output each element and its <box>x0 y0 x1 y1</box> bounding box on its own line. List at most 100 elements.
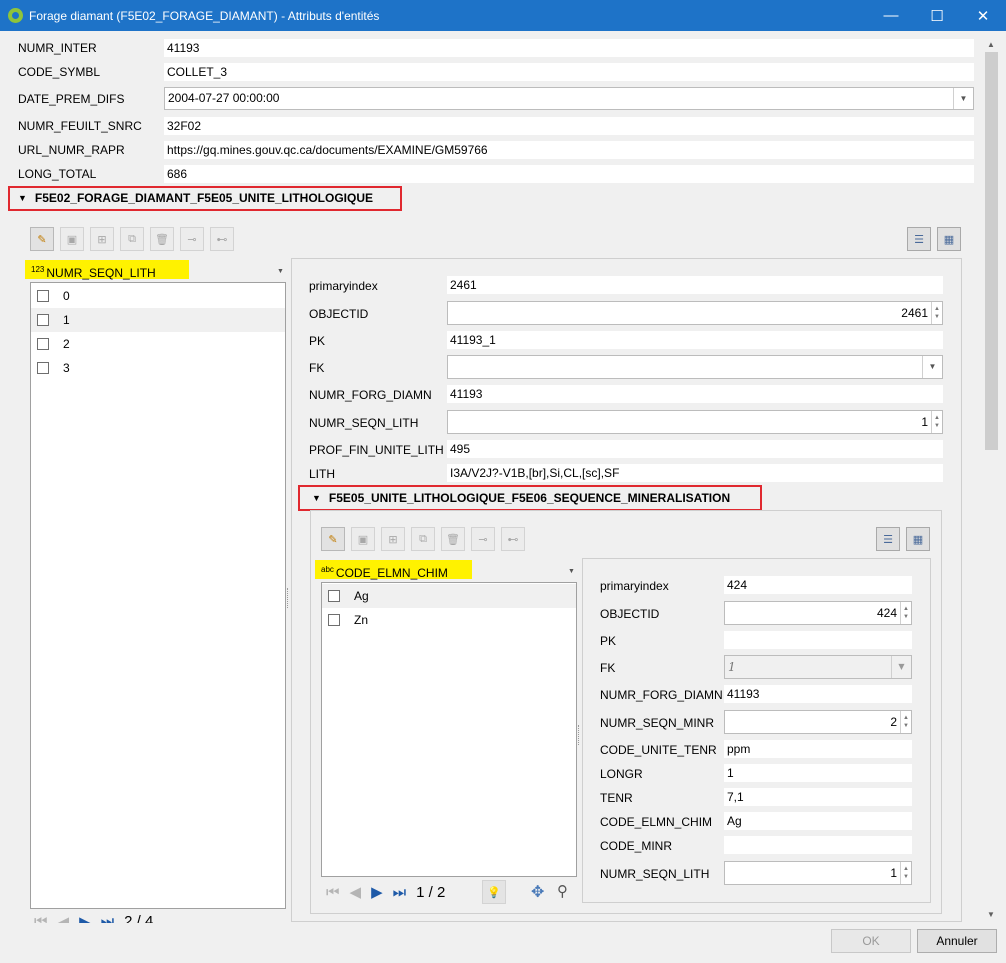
link-feature-button[interactable]: ⊸ <box>471 527 495 551</box>
link-feature-button[interactable]: ⊸ <box>180 227 204 251</box>
delete-feature-button[interactable]: 🗑 <box>150 227 174 251</box>
table-view-button[interactable]: ▦ <box>937 227 961 251</box>
list-item[interactable]: 1 <box>31 308 285 332</box>
add-feature-button[interactable]: ⊞ <box>90 227 114 251</box>
duplicate-feature-button[interactable]: ⧉ <box>411 527 435 551</box>
form-view-button[interactable]: ☰ <box>876 527 900 551</box>
highlight-feature-button[interactable]: 💡 <box>482 880 506 904</box>
add-feature-button[interactable]: ⊞ <box>381 527 405 551</box>
scrollbar-thumb[interactable] <box>985 52 998 450</box>
form-view-button[interactable]: ☰ <box>907 227 931 251</box>
splitter-handle[interactable] <box>287 588 290 608</box>
r2-tenr-input[interactable]: 7,1 <box>724 788 912 806</box>
unlink-feature-button[interactable]: ⊷ <box>501 527 525 551</box>
r2-numr-seqn-lith-spinbox[interactable]: 1 ▲ ▼ <box>724 861 912 885</box>
first-icon[interactable]: ⏮ <box>326 884 340 901</box>
r2-longr-input[interactable]: 1 <box>724 764 912 782</box>
list-field-header[interactable]: 123 NUMR_SEQN_LITH <box>25 260 189 280</box>
previous-icon[interactable]: ◀ <box>58 913 70 923</box>
close-button[interactable]: ✕ <box>960 0 1006 31</box>
relation1-toggle[interactable]: ▼ F5E02_FORAGE_DIAMANT_F5E05_UNITE_LITHO… <box>18 191 373 205</box>
r2-objectid-spinbox[interactable]: 424 ▲ ▼ <box>724 601 912 625</box>
save-edits-button[interactable]: ▣ <box>60 227 84 251</box>
ok-button[interactable]: OK <box>831 929 911 953</box>
feature-list[interactable]: Ag Zn <box>321 582 577 877</box>
last-icon[interactable]: ⏭ <box>101 913 115 923</box>
r2-code-elmn-chim-input[interactable]: Ag <box>724 812 912 830</box>
checkbox[interactable] <box>328 590 340 602</box>
r1-objectid-spinbox[interactable]: 2461 ▲ ▼ <box>447 301 943 325</box>
checkbox[interactable] <box>37 338 49 350</box>
splitter-handle[interactable] <box>578 725 581 745</box>
relation2-navigation: ⏮ ◀ ▶ ⏭ 1 / 2 <box>326 883 455 902</box>
delete-feature-button[interactable]: 🗑 <box>441 527 465 551</box>
chevron-down-icon[interactable]: ▼ <box>953 88 973 109</box>
date-prem-difs-input[interactable]: 2004-07-27 00:00:00 ▼ <box>164 87 974 110</box>
scroll-down-icon[interactable]: ▼ <box>987 910 995 919</box>
r1-numr-forg-diamn-input[interactable]: 41193 <box>447 385 943 403</box>
spin-arrows-icon[interactable]: ▲ ▼ <box>931 411 942 433</box>
cancel-button[interactable]: Annuler <box>917 929 997 953</box>
relation2-toggle[interactable]: ▼ F5E05_UNITE_LITHOLOGIQUE_F5E06_SEQUENC… <box>312 491 730 505</box>
add-feature-icon: ⊞ <box>388 533 398 546</box>
r2-pk-input[interactable] <box>724 631 912 649</box>
title-bar: Forage diamant (F5E02_FORAGE_DIAMANT) - … <box>0 0 1006 31</box>
r1-lith-input[interactable]: I3A/V2J?-V1B,[br],Si,CL,[sc],SF <box>447 464 943 482</box>
zoom-to-feature-icon[interactable]: ⚲ <box>557 882 568 900</box>
maximize-button[interactable]: ☐ <box>914 0 960 31</box>
pan-to-feature-icon[interactable]: ✥ <box>531 882 544 902</box>
r1-label-pk: PK <box>309 334 326 348</box>
main-scrollbar[interactable]: ▲ ▼ <box>983 38 1000 924</box>
duplicate-icon: ⧉ <box>419 532 427 545</box>
r2-fk-combobox[interactable]: 1 ▼ <box>724 655 912 679</box>
toggle-edit-button[interactable]: ✎ <box>30 227 54 251</box>
spin-arrows-icon[interactable]: ▲ ▼ <box>931 302 942 324</box>
unlink-feature-button[interactable]: ⊷ <box>210 227 234 251</box>
next-icon[interactable]: ▶ <box>79 913 91 923</box>
table-view-button[interactable]: ▦ <box>906 527 930 551</box>
toggle-edit-button[interactable]: ✎ <box>321 527 345 551</box>
save-edits-button[interactable]: ▣ <box>351 527 375 551</box>
long-total-input[interactable]: 686 <box>164 165 974 183</box>
numr-inter-input[interactable]: 41193 <box>164 39 974 57</box>
url-numr-rapr-input[interactable]: https://gq.mines.gouv.qc.ca/documents/EX… <box>164 141 974 159</box>
checkbox[interactable] <box>328 614 340 626</box>
checkbox[interactable] <box>37 362 49 374</box>
code-symbl-input[interactable]: COLLET_3 <box>164 63 974 81</box>
list-item[interactable]: 3 <box>31 356 285 380</box>
r2-primaryindex-input[interactable]: 424 <box>724 576 912 594</box>
spin-arrows-icon[interactable]: ▲ ▼ <box>900 862 911 884</box>
list-item[interactable]: Ag <box>322 584 576 608</box>
r1-fk-combobox[interactable]: ▼ <box>447 355 943 379</box>
sort-arrow-icon[interactable]: ▼ <box>568 568 575 575</box>
numr-feuilt-snrc-input[interactable]: 32F02 <box>164 117 974 135</box>
next-icon[interactable]: ▶ <box>371 883 383 901</box>
r2-numr-seqn-minr-spinbox[interactable]: 2 ▲ ▼ <box>724 710 912 734</box>
r2-code-unite-tenr-input[interactable]: ppm <box>724 740 912 758</box>
feature-list[interactable]: 0 1 2 3 <box>30 282 286 909</box>
list-item[interactable]: 2 <box>31 332 285 356</box>
scroll-up-icon[interactable]: ▲ <box>987 40 995 49</box>
chevron-down-icon[interactable]: ▼ <box>922 356 942 378</box>
duplicate-feature-button[interactable]: ⧉ <box>120 227 144 251</box>
previous-icon[interactable]: ◀ <box>350 883 362 901</box>
spin-arrows-icon[interactable]: ▲ ▼ <box>900 602 911 624</box>
sort-arrow-icon[interactable]: ▼ <box>277 268 284 275</box>
first-icon[interactable]: ⏮ <box>34 913 48 923</box>
r1-numr-seqn-lith-spinbox[interactable]: 1 ▲ ▼ <box>447 410 943 434</box>
minimize-button[interactable]: — <box>868 0 914 31</box>
checkbox[interactable] <box>37 314 49 326</box>
chevron-down-icon[interactable]: ▼ <box>891 656 911 678</box>
checkbox[interactable] <box>37 290 49 302</box>
r1-prof-fin-unite-lith-input[interactable]: 495 <box>447 440 943 458</box>
spin-arrows-icon[interactable]: ▲ ▼ <box>900 711 911 733</box>
r1-primaryindex-input[interactable]: 2461 <box>447 276 943 294</box>
r1-pk-input[interactable]: 41193_1 <box>447 331 943 349</box>
list-field-header[interactable]: abc CODE_ELMN_CHIM <box>315 560 472 580</box>
last-icon[interactable]: ⏭ <box>393 884 407 901</box>
relation2-title: F5E05_UNITE_LITHOLOGIQUE_F5E06_SEQUENCE_… <box>328 491 731 505</box>
r2-numr-forg-diamn-input[interactable]: 41193 <box>724 685 912 703</box>
r2-code-minr-input[interactable] <box>724 836 912 854</box>
list-item[interactable]: 0 <box>31 284 285 308</box>
list-item[interactable]: Zn <box>322 608 576 632</box>
